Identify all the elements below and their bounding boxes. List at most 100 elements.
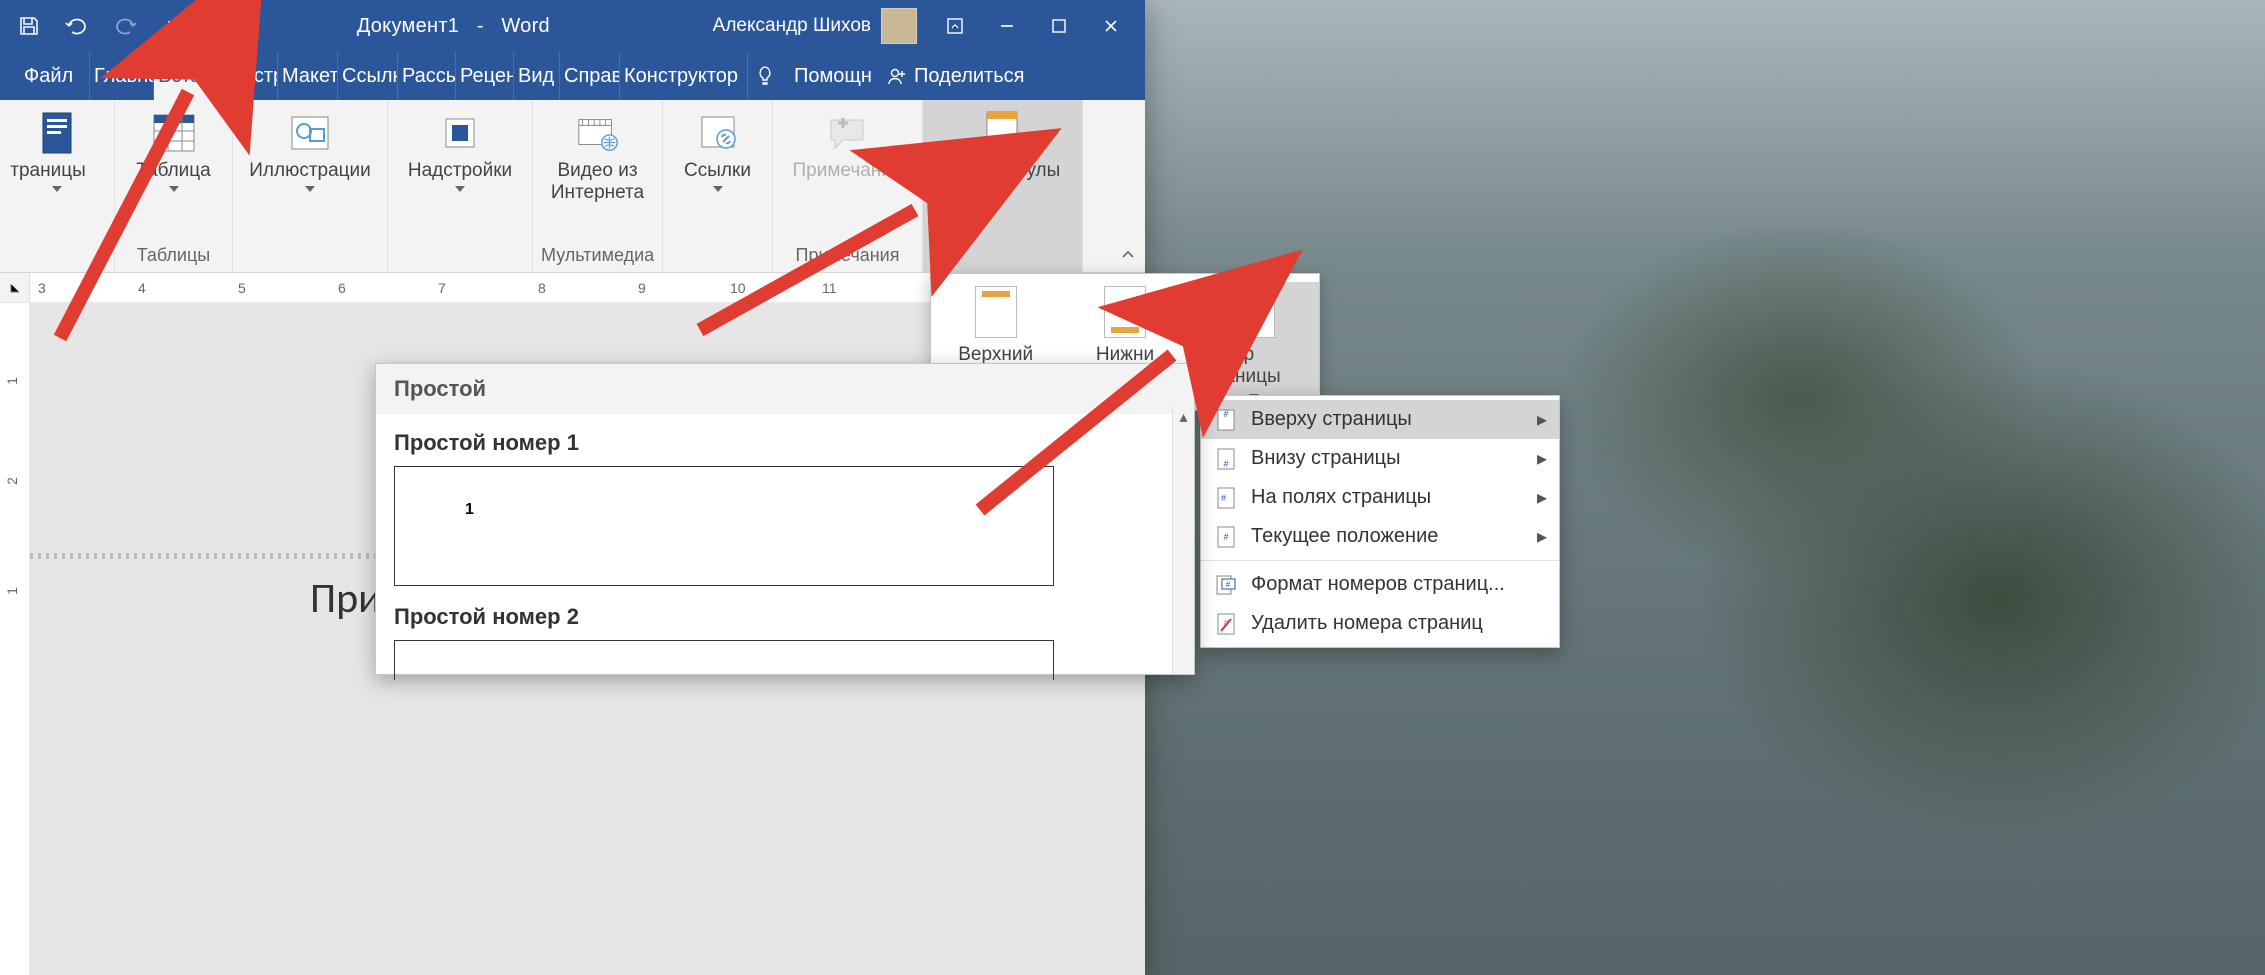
page-icon (34, 110, 80, 156)
links-button[interactable]: Ссылки (668, 104, 768, 192)
pn-format[interactable]: # Формат номеров страниц... (1201, 565, 1559, 604)
qat-customize-button[interactable] (152, 5, 194, 47)
chevron-down-icon (713, 186, 723, 192)
scroll-up-icon[interactable]: ▴ (1173, 406, 1194, 428)
illustrations-button[interactable]: Иллюстрации (243, 104, 377, 192)
tab-home[interactable]: Главна (90, 52, 154, 100)
tab-mailings[interactable]: Рассы (398, 52, 456, 100)
tab-constructor[interactable]: Конструктор (620, 52, 748, 100)
vertical-ruler[interactable]: 1 2 1 (0, 303, 30, 975)
pagenumber-gallery: Простой Простой номер 1 1 Простой номер … (375, 363, 1195, 675)
headerfooter-icon (979, 110, 1025, 156)
pagenumber-button[interactable]: # Номер страницы (1190, 282, 1319, 404)
pn-remove[interactable]: # Удалить номера страниц (1201, 604, 1559, 643)
group-label-media: Мультимедиа (541, 241, 654, 272)
addin-icon (437, 110, 483, 156)
pn-top-of-page[interactable]: # Вверху страницы ▸ (1201, 400, 1559, 439)
remove-icon: # (1215, 613, 1237, 635)
group-tables: Таблица Таблицы (115, 100, 233, 272)
undo-button[interactable] (56, 5, 98, 47)
ruler-corner (0, 273, 30, 303)
svg-text:#: # (1221, 493, 1226, 503)
close-button[interactable] (1085, 5, 1137, 47)
table-icon (151, 110, 197, 156)
gallery-section-header: Простой (376, 364, 1194, 414)
svg-text:#: # (1223, 409, 1228, 419)
group-links: Ссылки (663, 100, 773, 272)
gallery-item-2[interactable] (394, 640, 1054, 680)
group-media: Видео из Интернета Мультимедиа (533, 100, 663, 272)
tab-assist[interactable]: Помощн (790, 52, 880, 100)
tab-review[interactable]: Рецен (456, 52, 514, 100)
group-addins: Надстройки (388, 100, 533, 272)
gallery-body: Простой номер 1 1 Простой номер 2 (376, 414, 1194, 708)
chevron-down-icon (997, 186, 1007, 192)
gallery-item-1[interactable]: 1 (394, 466, 1054, 586)
tab-design[interactable]: Констр (216, 52, 278, 100)
tab-file[interactable]: Файл (20, 52, 90, 100)
app-name: Word (501, 15, 550, 37)
chevron-down-icon (169, 186, 179, 192)
shapes-icon (287, 110, 333, 156)
group-comments: Примечание Примечания (773, 100, 923, 272)
user-area: Александр Шихов (713, 8, 917, 44)
pn-current-position[interactable]: # Текущее положение ▸ (1201, 517, 1559, 556)
page-current-icon: # (1215, 526, 1237, 548)
comment-icon (824, 110, 870, 156)
doc-name: Документ1 (357, 15, 460, 37)
svg-text:#: # (1223, 532, 1228, 542)
titlebar: Документ1 - Word Александр Шихов (0, 0, 1145, 52)
ribbon-body: траницы Таблица Таблицы Иллюстрации Надс… (0, 100, 1145, 273)
ribbon-options-button[interactable] (929, 5, 981, 47)
comment-button[interactable]: Примечание (787, 104, 909, 182)
save-button[interactable] (8, 5, 50, 47)
addins-button[interactable]: Надстройки (402, 104, 518, 192)
page-bottom-icon: # (1215, 448, 1237, 470)
group-illustrations: Иллюстрации (233, 100, 388, 272)
svg-text:#: # (1223, 459, 1228, 469)
chevron-down-icon (305, 186, 315, 192)
submenu-arrow-icon: ▸ (1537, 485, 1547, 510)
quick-access-toolbar (8, 5, 194, 47)
menu-separator (1201, 560, 1559, 561)
tab-help[interactable]: Справ (560, 52, 620, 100)
header-icon (975, 286, 1017, 338)
table-button[interactable]: Таблица (124, 104, 224, 192)
maximize-button[interactable] (1033, 5, 1085, 47)
online-video-button[interactable]: Видео из Интернета (541, 104, 654, 204)
submenu-arrow-icon: ▸ (1537, 407, 1547, 432)
pages-button[interactable]: траницы (7, 104, 107, 192)
collapse-ribbon-button[interactable] (1117, 244, 1139, 266)
tab-view[interactable]: Вид (514, 52, 560, 100)
submenu-arrow-icon: ▸ (1537, 446, 1547, 471)
headerfooter-button[interactable]: Колонтитулы (939, 104, 1067, 192)
pagenumber-icon: # (1233, 286, 1275, 338)
window-controls (929, 5, 1137, 47)
group-label-comments: Примечания (781, 241, 914, 272)
tab-insert[interactable]: Вставк (154, 52, 216, 100)
tell-me-icon[interactable] (750, 52, 788, 100)
svg-text:#: # (1226, 580, 1231, 589)
tab-layout[interactable]: Макет (278, 52, 338, 100)
gallery-item-1-title: Простой номер 1 (394, 430, 1176, 456)
page-top-icon: # (1215, 409, 1237, 431)
pagenumber-menu: # Вверху страницы ▸ # Внизу страницы ▸ #… (1200, 395, 1560, 648)
submenu-arrow-icon: ▸ (1537, 524, 1547, 549)
avatar[interactable] (881, 8, 917, 44)
user-name: Александр Шихов (713, 15, 871, 37)
group-headerfooter: Колонтитулы (923, 100, 1083, 272)
group-label-tables: Таблицы (123, 241, 224, 272)
gallery-item-2-title: Простой номер 2 (394, 604, 1176, 630)
window-title: Документ1 - Word (194, 15, 713, 38)
chevron-down-icon (52, 186, 62, 192)
minimize-button[interactable] (981, 5, 1033, 47)
pn-page-margins[interactable]: # На полях страницы ▸ (1201, 478, 1559, 517)
gallery-scrollbar[interactable]: ▴ (1172, 406, 1194, 674)
page-margin-icon: # (1215, 487, 1237, 509)
chevron-down-icon (455, 186, 465, 192)
redo-button[interactable] (104, 5, 146, 47)
tab-references[interactable]: Ссылк (338, 52, 398, 100)
pn-bottom-of-page[interactable]: # Внизу страницы ▸ (1201, 439, 1559, 478)
document-text: При (310, 573, 381, 624)
share-button[interactable]: Поделиться (882, 52, 1042, 100)
